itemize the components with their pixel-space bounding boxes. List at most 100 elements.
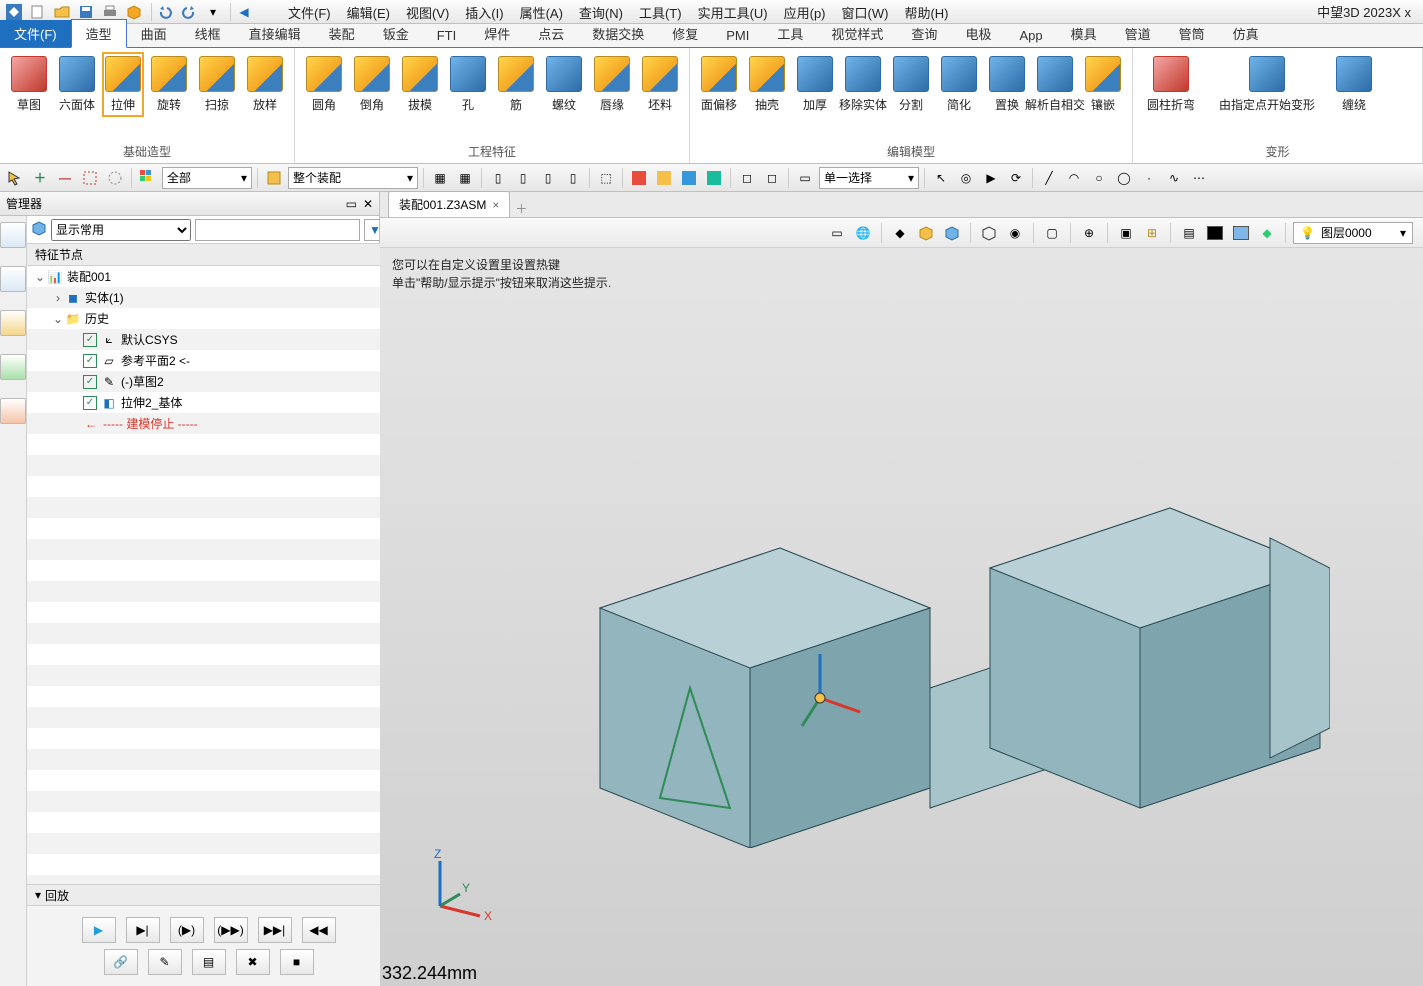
prev-icon[interactable]: ◀ — [234, 2, 254, 22]
feature-tree[interactable]: ⌄📊装配001 ›◼实体(1) ⌄📁历史 ✓⟀默认CSYS ✓▱参考平面2 <-… — [27, 266, 390, 884]
menu-app[interactable]: 应用(p) — [776, 3, 834, 22]
vt-icon[interactable]: ◆ — [1256, 222, 1278, 244]
cube-small-icon[interactable] — [31, 220, 47, 239]
vt-wireframe-icon[interactable] — [978, 222, 1000, 244]
close-tab-icon[interactable]: × — [492, 198, 499, 212]
cube-icon[interactable] — [124, 2, 144, 22]
ritem-resolve[interactable]: 解析自相交 — [1034, 56, 1076, 113]
tab-dataexchange[interactable]: 数据交换 — [578, 20, 658, 47]
tb-icon[interactable]: ▯ — [537, 167, 559, 189]
ritem-fillet[interactable]: 圆角 — [303, 56, 345, 113]
filter-select[interactable]: 显示常用 — [51, 219, 191, 241]
ritem-thread[interactable]: 螺纹 — [543, 56, 585, 113]
curve-icon[interactable]: ∿ — [1163, 167, 1185, 189]
filter-combo-all[interactable]: 全部▾ — [162, 167, 252, 189]
tab-file[interactable]: 文件(F) — [0, 20, 71, 47]
tree-node-history[interactable]: ⌄📁历史 — [27, 308, 390, 329]
palette-icon[interactable] — [137, 167, 159, 189]
menu-file[interactable]: 文件(F) — [280, 3, 339, 22]
ritem-shell[interactable]: 抽壳 — [746, 56, 788, 113]
line-icon[interactable]: ╱ — [1038, 167, 1060, 189]
ritem-pointdeform[interactable]: 由指定点开始变形 — [1207, 56, 1327, 113]
playback-header[interactable]: ▾ 回放 — [27, 884, 390, 906]
ritem-lip[interactable]: 唇缘 — [591, 56, 633, 113]
assembly-icon[interactable] — [263, 167, 285, 189]
tab-app[interactable]: App — [1005, 24, 1056, 47]
tab-pointcloud[interactable]: 点云 — [524, 20, 578, 47]
viewport-3d[interactable]: 您可以在自定义设置里设置热键 单击"帮助/显示提示"按钮来取消这些提示. — [380, 248, 1423, 986]
tb-icon[interactable] — [628, 167, 650, 189]
tree-node-extrude[interactable]: ✓◧拉伸2_基体 — [27, 392, 390, 413]
tb-icon[interactable] — [653, 167, 675, 189]
tb-icon[interactable]: ▭ — [794, 167, 816, 189]
undo-icon[interactable] — [155, 2, 175, 22]
open-icon[interactable] — [52, 2, 72, 22]
ritem-hole[interactable]: 孔 — [447, 56, 489, 113]
ritem-draft[interactable]: 拔模 — [399, 56, 441, 113]
tab-electrode[interactable]: 电极 — [951, 20, 1005, 47]
tb-icon[interactable]: ◻ — [736, 167, 758, 189]
select-lasso-icon[interactable] — [104, 167, 126, 189]
vt-icon[interactable]: ◆ — [889, 222, 911, 244]
tb-icon[interactable]: ◻ — [761, 167, 783, 189]
tb-icon[interactable] — [703, 167, 725, 189]
new-icon[interactable] — [28, 2, 48, 22]
link-button[interactable]: 🔗 — [104, 949, 138, 975]
tb-icon[interactable] — [678, 167, 700, 189]
close-panel-icon[interactable]: ✕ — [363, 197, 373, 211]
tab-modeling[interactable]: 造型 — [71, 19, 127, 48]
vt-target-icon[interactable]: ⊕ — [1078, 222, 1100, 244]
ritem-box[interactable]: 六面体 — [56, 56, 98, 113]
vt-icon[interactable] — [915, 222, 937, 244]
iconbar-image[interactable] — [0, 354, 26, 380]
iconbar-assembly[interactable] — [0, 266, 26, 292]
filter-combo-assembly[interactable]: 整个装配▾ — [288, 167, 418, 189]
ritem-inlay[interactable]: 镶嵌 — [1082, 56, 1124, 113]
tab-assembly[interactable]: 装配 — [315, 20, 369, 47]
tree-node-csys[interactable]: ✓⟀默认CSYS — [27, 329, 390, 350]
tab-heal[interactable]: 修复 — [658, 20, 712, 47]
iconbar-tree[interactable] — [0, 222, 26, 248]
iconbar-user[interactable] — [0, 398, 26, 424]
stop-button[interactable]: ■ — [280, 949, 314, 975]
step-fwd-button[interactable]: ▶| — [126, 917, 160, 943]
tb-icon[interactable]: ▯ — [562, 167, 584, 189]
tb-icon[interactable]: ▯ — [512, 167, 534, 189]
vt-blue-swatch[interactable] — [1230, 222, 1252, 244]
circle-icon[interactable]: ○ — [1088, 167, 1110, 189]
vt-black-swatch[interactable] — [1204, 222, 1226, 244]
ritem-cylbend[interactable]: 圆柱折弯 — [1141, 56, 1201, 113]
next-button[interactable]: (▶) — [170, 917, 204, 943]
select-mode-combo[interactable]: 单一选择▾ — [819, 167, 919, 189]
tab-visual[interactable]: 视觉样式 — [817, 20, 897, 47]
ff-button[interactable]: (▶▶) — [214, 917, 248, 943]
arrow-icon[interactable]: ↖ — [930, 167, 952, 189]
dock-icon[interactable]: ▭ — [346, 197, 357, 211]
iconbar-cube[interactable] — [0, 310, 26, 336]
menu-window[interactable]: 窗口(W) — [834, 3, 897, 22]
ritem-revolve[interactable]: 旋转 — [148, 56, 190, 113]
ritem-offset[interactable]: 面偏移 — [698, 56, 740, 113]
rewind-button[interactable]: ◀◀ — [302, 917, 336, 943]
tb-icon[interactable]: ⋯ — [1188, 167, 1210, 189]
ritem-wrap[interactable]: 缠绕 — [1333, 56, 1375, 113]
tb-icon[interactable]: ▦ — [454, 167, 476, 189]
tab-fti[interactable]: FTI — [423, 24, 471, 47]
tab-sim[interactable]: 仿真 — [1219, 20, 1273, 47]
arc-icon[interactable]: ◠ — [1063, 167, 1085, 189]
layer-combo[interactable]: 💡 图层0000 ▾ — [1293, 222, 1413, 244]
tb-icon[interactable]: ⬚ — [595, 167, 617, 189]
vt-icon[interactable]: ▤ — [1178, 222, 1200, 244]
tb-icon[interactable]: ▯ — [487, 167, 509, 189]
ritem-loft[interactable]: 放样 — [244, 56, 286, 113]
ritem-simplify[interactable]: 简化 — [938, 56, 980, 113]
dropdown-icon[interactable]: ▾ — [203, 2, 223, 22]
filter-input[interactable] — [195, 219, 360, 241]
vt-icon[interactable]: ▭ — [826, 222, 848, 244]
tree-node-stop[interactable]: ←----- 建模停止 ----- — [27, 413, 390, 434]
redo-icon[interactable] — [179, 2, 199, 22]
select-rect-icon[interactable] — [79, 167, 101, 189]
ritem-stock[interactable]: 坯料 — [639, 56, 681, 113]
ritem-remove[interactable]: 移除实体 — [842, 56, 884, 113]
ritem-extrude[interactable]: 拉伸 — [102, 52, 144, 117]
